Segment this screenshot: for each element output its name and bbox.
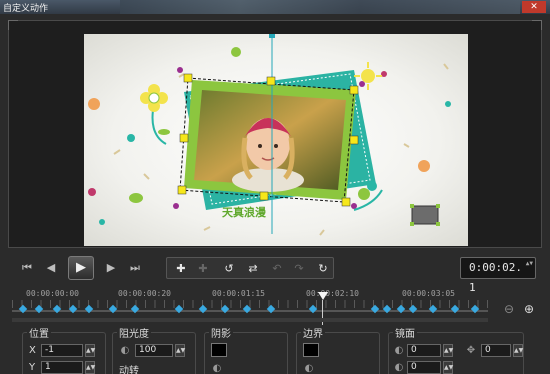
position-x-input[interactable]: -1 (41, 344, 83, 357)
border-opacity-icon: ◐ (304, 363, 314, 374)
small-object[interactable] (410, 204, 440, 226)
add-keyframe-icon[interactable]: ✚ (171, 261, 191, 277)
swap-keyframe-icon[interactable]: ⇄ (243, 261, 263, 277)
properties-panel: 位置 X -1 ▲▼ Y 1 ▲▼ 阻光度 ◐ 100 ▲▼ 动转 阴影 ◐ 边… (0, 324, 550, 374)
playhead-marker[interactable] (318, 292, 328, 300)
mirror-fade-spinner[interactable]: ▲▼ (443, 361, 453, 374)
mirror-offset-spinner[interactable]: ▲▼ (513, 344, 523, 357)
mirror-opacity-input[interactable]: 0 (407, 344, 441, 357)
keyframe-tools: ✚ ✚ ↺ ⇄ ↶ ↷ ↻ (166, 257, 334, 279)
frame-corner (8, 20, 18, 30)
mirror-offset-input[interactable]: 0 (481, 344, 511, 357)
ruler-label: 00:00:02:10 (306, 289, 359, 298)
rotation-title: 动转 (117, 362, 141, 374)
position-y-spinner[interactable]: ▲▼ (85, 361, 95, 374)
timeline-ruler[interactable]: 00:00:00:00 00:00:00:20 00:00:01:15 00:0… (12, 286, 488, 310)
zoom-in-icon[interactable]: ⊕ (522, 302, 536, 316)
move-right-icon[interactable]: ↷ (289, 261, 309, 277)
ruler-label: 00:00:03:05 (402, 289, 455, 298)
opacity-spinner[interactable]: ▲▼ (175, 344, 185, 357)
x-label: X (29, 345, 36, 356)
preview-canvas[interactable]: 天真浪漫 (84, 34, 468, 246)
titlebar-background-strip (120, 0, 520, 14)
preview-artwork: 天真浪漫 (88, 34, 451, 236)
shadow-color-swatch[interactable] (211, 343, 227, 357)
close-button[interactable]: ✕ (522, 1, 546, 13)
position-y-input[interactable]: 1 (41, 361, 83, 374)
mirror-opacity-spinner[interactable]: ▲▼ (443, 344, 453, 357)
next-frame-button[interactable]: ▶ (102, 260, 120, 276)
position-title: 位置 (27, 325, 51, 340)
ruler-label: 00:00:00:00 (26, 289, 79, 298)
border-title: 边界 (301, 325, 325, 340)
reset-icon[interactable]: ↻ (313, 261, 333, 277)
mirror-offset-icon: ✥ (466, 345, 476, 356)
ruler-label: 00:00:01:15 (212, 289, 265, 298)
preview-caption: 天真浪漫 (222, 205, 267, 219)
timeline[interactable]: 00:00:00:00 00:00:00:20 00:00:01:15 00:0… (0, 286, 550, 328)
border-group: 边界 ◐ (296, 325, 380, 374)
mirror-opacity-icon: ◐ (394, 345, 404, 356)
home-button[interactable]: ⏮ (18, 260, 36, 276)
zoom-out-icon[interactable]: ⊖ (502, 302, 516, 316)
mirror-group: 镜面 ◐ 0 ▲▼ ✥ 0 ▲▼ ◐ 0 ▲▼ (388, 325, 524, 374)
mirror-title: 镜面 (393, 325, 417, 340)
mirror-fade-input[interactable]: 0 (407, 361, 441, 374)
shadow-opacity-icon: ◐ (212, 363, 222, 374)
shadow-group: 阴影 ◐ (204, 325, 288, 374)
window-titlebar: 自定义动作 ✕ (0, 0, 550, 14)
position-x-spinner[interactable]: ▲▼ (85, 344, 95, 357)
opacity-input[interactable]: 100 (135, 344, 173, 357)
previous-frame-button[interactable]: ◀ (42, 260, 60, 276)
move-left-icon[interactable]: ↶ (267, 261, 287, 277)
opacity-icon: ◐ (120, 345, 130, 356)
timecode-field[interactable]: 0:00:02. 1 ▲▼ (460, 257, 536, 294)
opacity-title: 阻光度 (117, 325, 151, 340)
end-button[interactable]: ⏭ (126, 260, 144, 276)
shadow-title: 阴影 (209, 325, 233, 340)
opacity-group: 阻光度 ◐ 100 ▲▼ 动转 (112, 325, 196, 374)
playback-controls: ⏮ ◀ ▶ ▶ ⏭ ✚ ✚ ↺ ⇄ ↶ ↷ ↻ 0:00:02. 1 ▲▼ (8, 252, 542, 294)
position-group: 位置 X -1 ▲▼ Y 1 ▲▼ (22, 325, 106, 374)
playhead[interactable] (318, 292, 328, 326)
frame-corner (532, 20, 542, 30)
mirror-fade-icon: ◐ (394, 362, 404, 373)
playhead-line (322, 300, 323, 326)
timecode-spinner[interactable]: ▲▼ (526, 260, 533, 268)
remove-keyframe-icon[interactable]: ✚ (193, 261, 213, 277)
border-color-swatch[interactable] (303, 343, 319, 357)
ruler-label: 00:00:00:20 (118, 289, 171, 298)
y-label: Y (29, 362, 36, 373)
window-title: 自定义动作 (3, 4, 49, 14)
timeline-scrollbar[interactable] (12, 318, 488, 322)
play-button[interactable]: ▶ (68, 256, 94, 280)
flower-decoration (140, 84, 170, 145)
reverse-keyframe-icon[interactable]: ↺ (219, 261, 239, 277)
keyframe-track[interactable] (12, 310, 488, 312)
